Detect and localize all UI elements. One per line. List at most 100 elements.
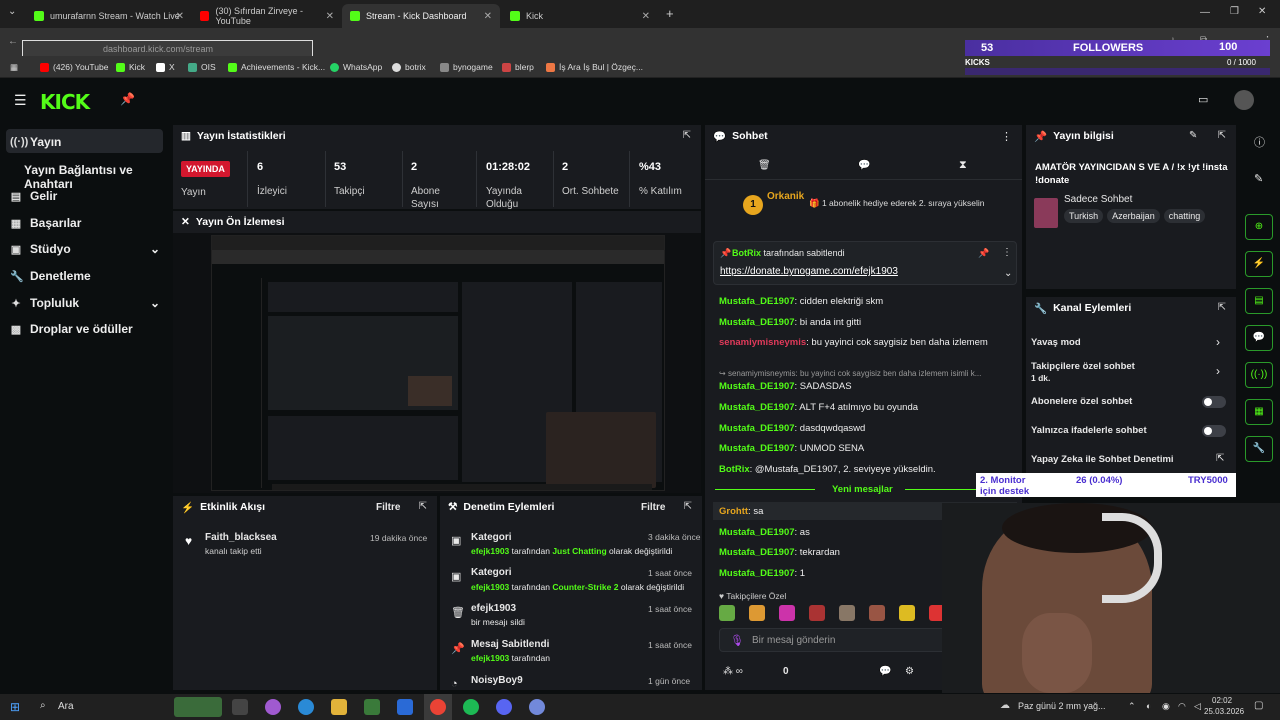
new-tab-icon[interactable]: + [666,6,674,21]
close-icon[interactable]: ✕ [642,11,650,22]
close-icon[interactable]: ✕ [484,11,492,22]
bookmark-bynogame[interactable]: bynogame [440,62,493,72]
rail-chat-icon[interactable]: 💬 [1245,325,1273,351]
emote-only-toggle[interactable] [1202,425,1226,437]
tray-chevron-icon[interactable]: ⌃ [1128,701,1136,712]
speech-icon[interactable]: 💬 [858,160,870,171]
popout-icon[interactable]: ⇱ [683,130,691,141]
event-user[interactable]: Faith_blacksea [205,532,277,543]
rail-wrench-icon[interactable]: 🔧 [1245,436,1273,462]
bookmark-youtube[interactable]: (426) YouTube [40,62,108,72]
rail-stack-icon[interactable]: ▦ [1245,399,1273,425]
sidebar-item-topluluk[interactable]: ✦ Topluluk ⌄ [10,296,160,310]
sidebar-item-basarilar[interactable]: ▦ Başarılar [10,216,82,230]
bookmark-blerp[interactable]: blerp [502,62,534,72]
category-name[interactable]: Sadece Sohbet [1064,194,1132,205]
outlook-icon[interactable] [397,699,413,715]
filter-button[interactable]: Filtre [641,502,665,513]
sidebar-item-gelir[interactable]: ▤ Gelir [10,189,58,203]
taskbar-search[interactable]: Ara [58,701,74,712]
chevron-right-icon[interactable]: › [1216,364,1220,378]
copilot-icon[interactable] [265,699,281,715]
browser-tab-3[interactable]: Stream - Kick Dashboard ✕ [342,4,500,28]
bookmark-x[interactable]: X [156,62,175,72]
sidebar-item-denetleme[interactable]: 🔧 Denetleme [10,269,91,283]
minimize-icon[interactable]: — [1200,7,1210,18]
rail-broadcast-icon[interactable]: ((·)) [1245,362,1273,388]
browser-tab-1[interactable]: umurafarnn Stream - Watch Live ✕ [26,4,192,28]
clock-date[interactable]: 25.03.2026 [1204,707,1244,716]
tab-search-icon[interactable]: ⌄ [8,6,16,17]
tag-chip[interactable]: Azerbaijan [1107,209,1160,223]
close-icon[interactable]: ✕ [176,11,184,22]
info-icon[interactable]: ⓘ [1254,134,1265,150]
gear-icon[interactable]: ⚙ [905,666,914,677]
tag-chip[interactable]: chatting [1163,209,1206,223]
sidebar-item-stream-key[interactable]: Yayın Bağlantısı ve Anahtarı [24,163,170,191]
browser-tab-4[interactable]: Kick ✕ [502,4,658,28]
bookmark-achievements[interactable]: Achievements - Kick... [228,62,325,72]
chrome-icon[interactable] [430,699,446,715]
pin-icon[interactable]: 📌 [120,92,135,106]
emote-icon[interactable] [839,605,855,621]
sidebar-item-studyo[interactable]: ▣ Stüdyo ⌄ [10,242,160,256]
kick-logo[interactable]: KICK [40,90,90,114]
start-icon[interactable]: ⊞ [10,700,20,714]
rail-target-icon[interactable]: ⊕ [1245,214,1273,240]
kebab-icon[interactable]: ⋮ [1002,247,1012,258]
wallet-icon[interactable]: ▭ [1198,93,1208,106]
close-icon[interactable]: ✕ [326,11,334,22]
edge-icon[interactable] [298,699,314,715]
pencil-icon[interactable]: ✎ [1254,172,1263,185]
trash-icon[interactable]: 🗑 [758,160,771,171]
emote-icon[interactable] [899,605,915,621]
tag-chip[interactable]: Turkish [1064,209,1104,223]
volume-icon[interactable]: ◁ [1194,701,1201,712]
bookmark-botrix[interactable]: botrix [392,62,426,72]
tray-icon[interactable]: ◐ [1146,701,1151,711]
subscribers-only-toggle[interactable] [1202,396,1226,408]
gift-user[interactable]: Orkanik [767,191,804,202]
rail-list-icon[interactable]: ▤ [1245,288,1273,314]
wifi-icon[interactable]: ◠ [1178,701,1186,712]
maximize-icon[interactable]: ❐ [1230,6,1239,17]
bookmark-kick[interactable]: Kick [116,62,145,72]
mic-icon[interactable]: 🎙 [730,634,744,647]
close-icon[interactable]: ✕ [181,216,190,228]
emote-icon[interactable] [809,605,825,621]
unpin-icon[interactable]: 📌 [978,248,989,259]
popout-icon[interactable]: ⇱ [1218,130,1226,141]
search-icon[interactable]: ⌕ [40,700,46,711]
chat-menu-kebab-icon[interactable]: ⋮ [1001,130,1012,143]
external-link-icon[interactable]: ⇱ [1216,453,1224,464]
popout-icon[interactable]: ⇱ [684,501,692,512]
bookmark-isara[interactable]: İş Ara İş Bul | Özgeç... [546,62,643,72]
store-icon[interactable] [364,699,380,715]
emote-icon[interactable] [749,605,765,621]
discord-ptb-icon[interactable] [529,699,545,715]
weather-text[interactable]: Paz günü 2 mm yağ... [1018,701,1106,711]
sidebar-item-droplar[interactable]: ▩ Droplar ve ödüller [10,322,133,336]
chevron-down-icon[interactable]: ⌄ [1004,268,1012,279]
edit-icon[interactable]: ✎ [1189,130,1197,141]
chat-bubble-icon[interactable]: 💬 [879,666,891,677]
filter-button[interactable]: Filtre [376,502,400,513]
popout-icon[interactable]: ⇱ [1218,302,1226,313]
sidebar-item-yayin[interactable]: ((·)) Yayın [10,135,61,149]
stream-preview-video[interactable] [211,235,665,491]
task-view-icon[interactable] [232,699,248,715]
apps-grid-icon[interactable]: ▦ [10,62,18,73]
file-explorer-icon[interactable] [331,699,347,715]
new-messages-divider[interactable]: Yeni mesajlar [832,484,893,495]
browser-tab-2[interactable]: (30) Sıfırdan Zirveye - YouTube ✕ [192,4,342,28]
hourglass-icon[interactable]: ⧗ [959,159,967,172]
bookmark-whatsapp[interactable]: WhatsApp [330,62,382,72]
emote-icon[interactable] [779,605,795,621]
clock-time[interactable]: 02:02 [1212,696,1232,705]
rail-lightning-icon[interactable]: ⚡ [1245,251,1273,277]
emote-icon[interactable] [719,605,735,621]
popout-icon[interactable]: ⇱ [419,501,427,512]
window-close-icon[interactable]: ✕ [1258,6,1266,17]
spotify-icon[interactable] [463,699,479,715]
emote-icon[interactable] [869,605,885,621]
